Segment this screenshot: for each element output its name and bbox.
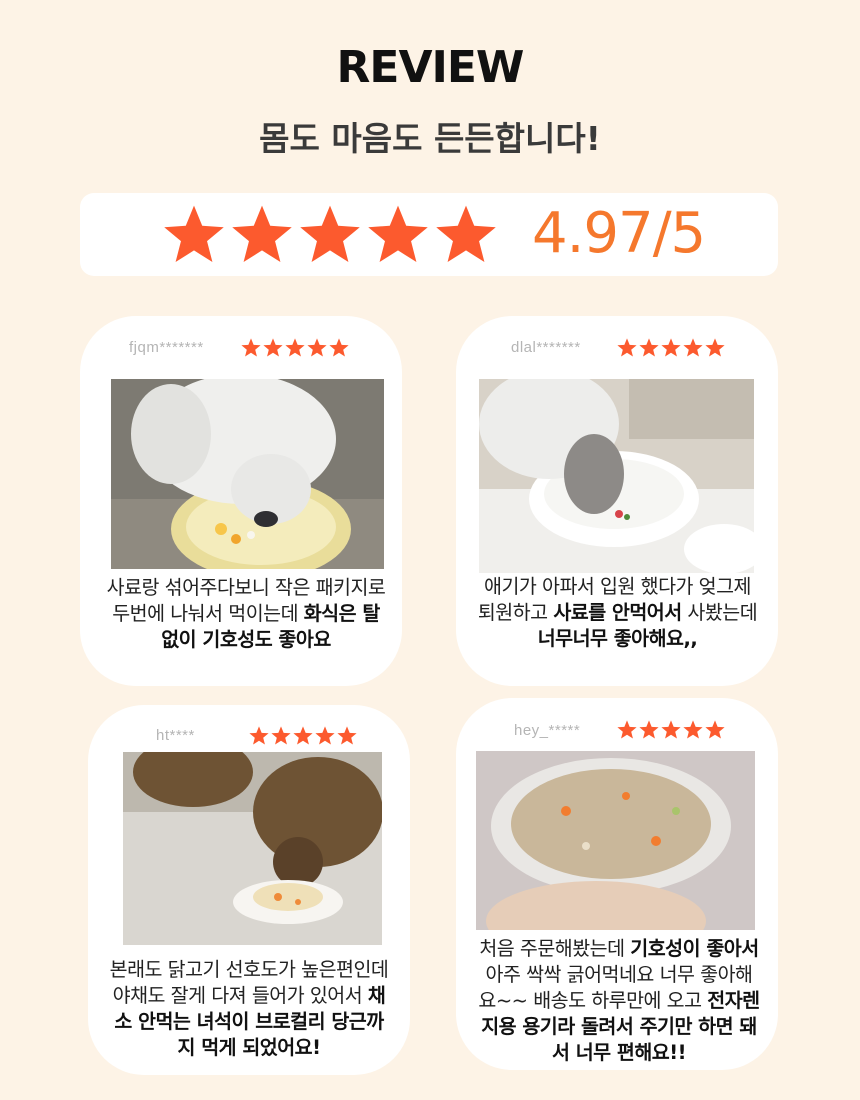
review-text: 처음 주문해봤는데 기호성이 좋아서 아주 싹싹 긁어먹네요 너무 좋아해요~~… xyxy=(478,936,760,1066)
reviewer-name: hey_***** xyxy=(514,722,581,739)
star-icon xyxy=(263,338,283,357)
star-icon xyxy=(661,720,681,739)
review-text-part: 처음 주문해봤는데 xyxy=(479,937,631,960)
reviewer-name: dlal******* xyxy=(511,339,581,356)
star-icon xyxy=(232,205,292,263)
star-icon xyxy=(285,338,305,357)
review-star-rating xyxy=(248,725,358,746)
star-icon xyxy=(315,726,335,745)
star-icon xyxy=(337,726,357,745)
overall-star-rating xyxy=(160,201,500,267)
review-text-part: 본래도 닭고기 선호도가 높은편인데 야채도 잘게 다져 들어가 있어서 xyxy=(109,958,389,1007)
overall-rating-box: 4.97/5 xyxy=(80,193,778,276)
review-star-rating xyxy=(616,719,726,740)
star-icon xyxy=(436,205,496,263)
star-icon xyxy=(661,338,681,357)
star-icon xyxy=(271,726,291,745)
star-icon xyxy=(639,338,659,357)
star-icon xyxy=(249,726,269,745)
reviewer-name: fjqm******* xyxy=(129,339,204,356)
review-star-rating xyxy=(240,337,350,358)
star-icon xyxy=(368,205,428,263)
star-icon xyxy=(683,338,703,357)
dog-eating-photo xyxy=(111,379,384,569)
star-icon xyxy=(617,338,637,357)
review-card: fjqm******* 사료랑 섞어주다보니 작은 패키지로 두번에 나눠서 먹… xyxy=(80,316,402,686)
review-text-highlight: 사료를 안먹어서 xyxy=(553,601,682,624)
star-icon xyxy=(241,338,261,357)
review-text: 애기가 아파서 입원 했다가 엊그제 퇴원하고 사료를 안먹어서 사봤는데 너무… xyxy=(476,574,759,652)
page-title: REVIEW xyxy=(336,42,525,93)
review-card: hey_***** 처음 주문해봤는데 기호성이 좋아서 아주 싹싹 긁어먹네요… xyxy=(456,698,778,1070)
star-icon xyxy=(617,720,637,739)
food-container-photo xyxy=(476,751,755,930)
star-icon xyxy=(307,338,327,357)
review-card: dlal******* 애기가 아파서 입원 했다가 엊그제 퇴원하고 사료를 … xyxy=(456,316,778,686)
star-icon xyxy=(329,338,349,357)
review-card: ht**** 본래도 닭고기 선호도가 높은편인데 야채도 잘게 다져 들어가 … xyxy=(88,705,410,1075)
review-text: 본래도 닭고기 선호도가 높은편인데 야채도 잘게 다져 들어가 있어서 채소 … xyxy=(108,957,390,1061)
star-icon xyxy=(705,338,725,357)
star-icon xyxy=(683,720,703,739)
review-star-rating xyxy=(616,337,726,358)
page-subtitle: 몸도 마음도 든든합니다! xyxy=(259,119,601,158)
star-icon xyxy=(293,726,313,745)
star-icon xyxy=(300,205,360,263)
review-text: 사료랑 섞어주다보니 작은 패키지로 두번에 나눠서 먹이는데 화식은 탈 없이… xyxy=(106,575,386,653)
review-text-highlight: 기호성이 좋아서 xyxy=(630,937,759,960)
dog-plate-photo xyxy=(123,752,382,945)
star-icon xyxy=(164,205,224,263)
star-icon xyxy=(705,720,725,739)
overall-score: 4.97/5 xyxy=(532,201,706,266)
dog-bowl-photo xyxy=(479,379,754,573)
review-text-part: 사봤는데 xyxy=(681,601,758,624)
star-icon xyxy=(639,720,659,739)
reviewer-name: ht**** xyxy=(156,727,195,744)
review-text-highlight: 너무너무 좋아해요,, xyxy=(537,627,698,650)
